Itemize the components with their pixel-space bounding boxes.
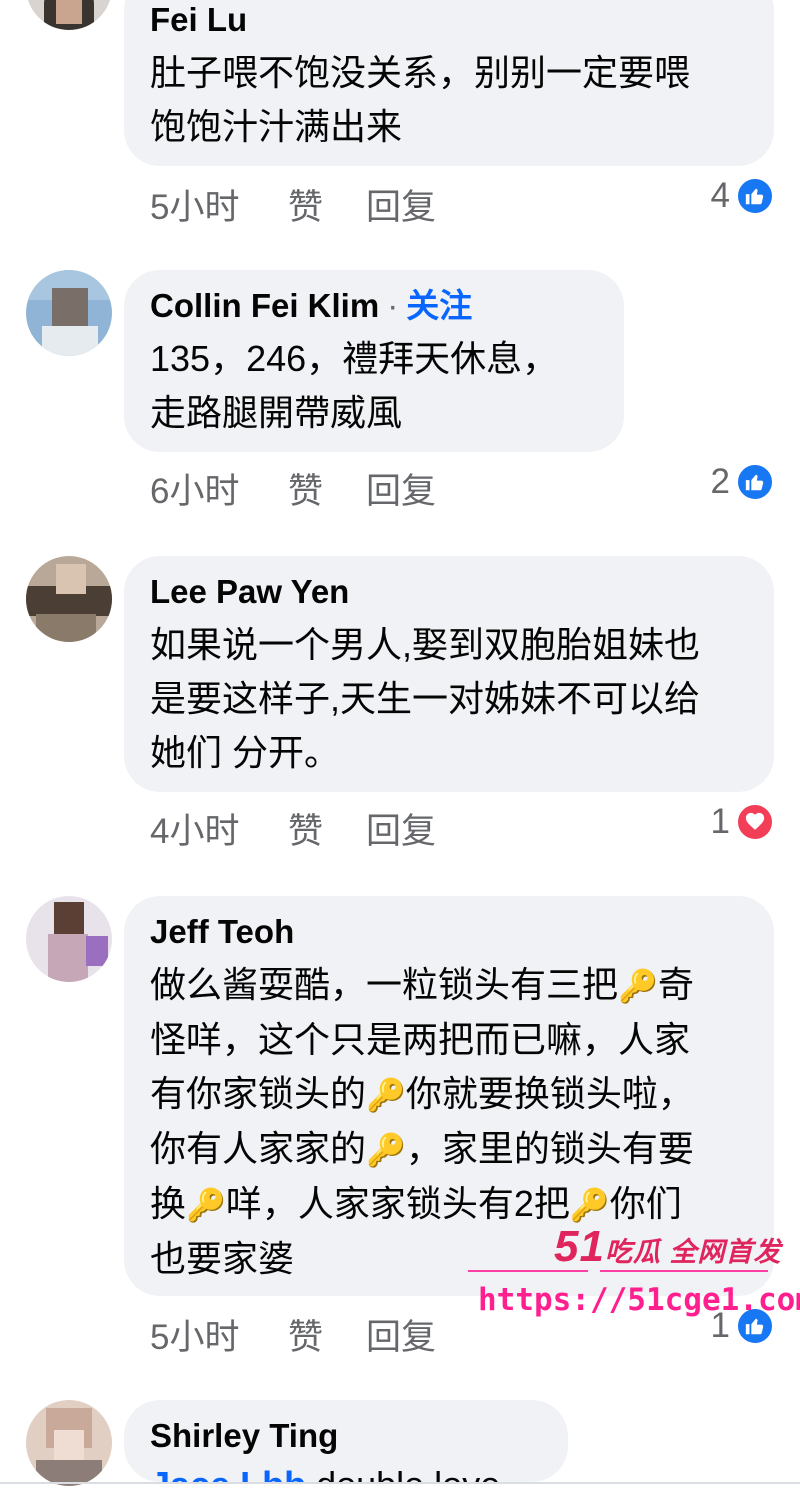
timestamp[interactable]: 5小时 <box>150 179 288 230</box>
comment-text: 肚子喂不饱没关系，别别一定要喂 饱饱汁汁满出来 <box>150 46 748 154</box>
reply-button[interactable]: 回复 <box>366 463 436 514</box>
comment-line: 怪咩，这个只是两把而已嘛，人家 <box>150 1019 691 1060</box>
bottom-divider <box>0 1482 800 1484</box>
like-button[interactable]: 赞 <box>288 463 366 514</box>
key-emoji: 🔑 <box>186 1187 226 1223</box>
comment-line: 有你家锁头的🔑你就要换锁头啦， <box>150 1073 694 1114</box>
comment-bubble: Lee Paw Yen 如果说一个男人,娶到双胞胎姐妹也 是要这样子,天生一对姊… <box>124 556 774 792</box>
comment-actions: 6小时 赞 回复 <box>150 468 436 511</box>
reaction-summary[interactable]: 1 <box>711 802 774 842</box>
like-button[interactable]: 赞 <box>288 1309 366 1360</box>
mention-link[interactable]: Jace Lbb <box>150 1464 306 1482</box>
watermark-url: https://51cge1.com <box>478 1282 800 1318</box>
heart-icon <box>736 803 774 841</box>
timestamp[interactable]: 6小时 <box>150 463 288 514</box>
separator-dot: · <box>387 287 399 324</box>
watermark-brand: 51吃瓜 全网首发 <box>554 1222 781 1272</box>
reply-button[interactable]: 回复 <box>366 1309 436 1360</box>
comment-text: 135，246，禮拜天休息， 走路腿開帶威風 <box>150 332 598 440</box>
comment-line: 做么酱耍酷，一粒锁头有三把🔑奇 <box>150 964 694 1005</box>
reaction-count: 1 <box>710 802 730 841</box>
author-name[interactable]: Collin Fei Klim <box>150 287 379 324</box>
author-name[interactable]: Fei Lu <box>150 0 748 40</box>
comment-text: 如果说一个男人,娶到双胞胎姐妹也 是要这样子,天生一对姊妹不可以给 她们 分开。 <box>150 618 748 780</box>
reply-button[interactable]: 回复 <box>366 179 436 230</box>
like-icon <box>736 463 774 501</box>
avatar[interactable] <box>26 896 112 982</box>
comment-text: Jace Lbb double love <box>150 1458 542 1482</box>
like-button[interactable]: 赞 <box>288 803 366 854</box>
comment-actions: 5小时 赞 回复 <box>150 184 436 227</box>
avatar[interactable] <box>26 0 112 30</box>
watermark-brand-text: 吃瓜 全网首发 <box>604 1237 782 1267</box>
watermark-brand-num: 51 <box>554 1222 605 1271</box>
reaction-count: 2 <box>710 462 730 501</box>
comment-line: 你有人家家的🔑，家里的锁头有要 <box>150 1128 694 1169</box>
reaction-summary[interactable]: 4 <box>711 176 774 216</box>
timestamp[interactable]: 5小时 <box>150 1309 288 1360</box>
comment-line: 是要这样子,天生一对姊妹不可以给 <box>150 678 701 719</box>
key-emoji: 🔑 <box>366 1132 406 1168</box>
reply-button[interactable]: 回复 <box>366 803 436 854</box>
comment-actions: 4小时 赞 回复 <box>150 808 436 851</box>
comment-line: double love <box>316 1464 500 1482</box>
avatar[interactable] <box>26 270 112 356</box>
author-name[interactable]: Lee Paw Yen <box>150 572 748 612</box>
comment-line: 135，246，禮拜天休息， <box>150 338 559 379</box>
reaction-count: 4 <box>710 176 730 215</box>
comment-bubble: Shirley Ting Jace Lbb double love <box>124 1400 568 1482</box>
key-emoji: 🔑 <box>366 1077 406 1113</box>
comment-line: 如果说一个男人,娶到双胞胎姐妹也 <box>150 624 701 665</box>
reaction-summary[interactable]: 2 <box>711 462 774 502</box>
avatar[interactable] <box>26 1400 112 1486</box>
comment-bubble: Fei Lu 肚子喂不饱没关系，别别一定要喂 饱饱汁汁满出来 <box>124 0 774 166</box>
watermark-divider <box>468 1270 768 1272</box>
author-name[interactable]: Shirley Ting <box>150 1416 542 1456</box>
avatar[interactable] <box>26 556 112 642</box>
author-name-row: Collin Fei Klim · 关注 <box>150 286 598 326</box>
like-button[interactable]: 赞 <box>288 179 366 230</box>
author-name[interactable]: Jeff Teoh <box>150 912 748 952</box>
follow-button[interactable]: 关注 <box>406 287 472 324</box>
comment-line: 她们 分开。 <box>150 732 341 773</box>
comment-line: 肚子喂不饱没关系，别别一定要喂 <box>150 52 691 93</box>
like-icon <box>736 177 774 215</box>
watermark: 51吃瓜 全网首发 https://51cge1.com <box>468 1212 800 1332</box>
comment-actions: 5小时 赞 回复 <box>150 1314 436 1357</box>
comment-line: 走路腿開帶威風 <box>150 392 403 433</box>
comment-line: 饱饱汁汁满出来 <box>150 106 403 147</box>
key-emoji: 🔑 <box>618 968 658 1004</box>
comment-bubble: Collin Fei Klim · 关注 135，246，禮拜天休息， 走路腿開帶威… <box>124 270 624 452</box>
timestamp[interactable]: 4小时 <box>150 803 288 854</box>
